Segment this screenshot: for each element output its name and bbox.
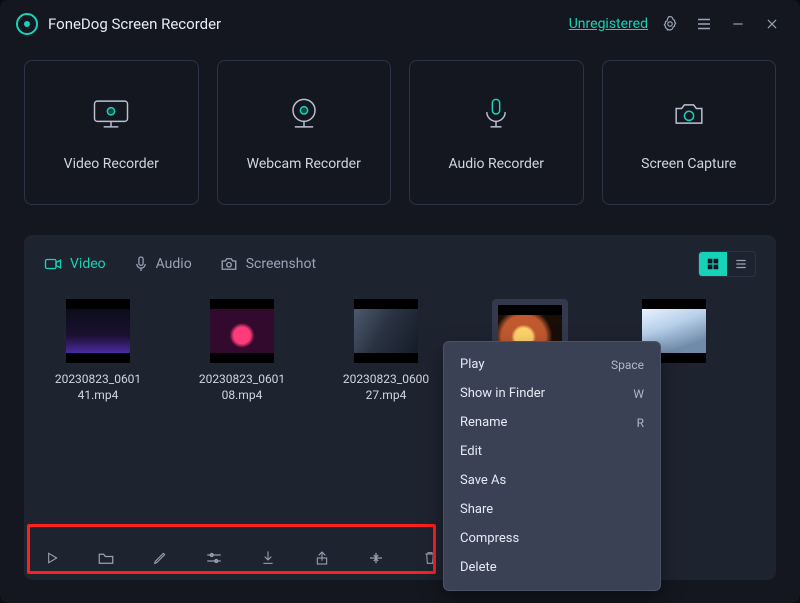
library-item[interactable]: 20230823_0601 08.mp4 — [190, 299, 294, 415]
context-play[interactable]: Play Space — [444, 350, 660, 379]
context-show-in-finder[interactable]: Show in Finder W — [444, 379, 660, 408]
camera-icon — [667, 94, 711, 138]
card-label: Audio Recorder — [448, 156, 544, 172]
adjust-button[interactable] — [204, 548, 224, 568]
context-menu: Play Space Show in Finder W Rename R Edit S… — [443, 341, 661, 591]
view-toggle — [698, 251, 756, 277]
trash-icon — [422, 549, 438, 567]
grid-view-button[interactable] — [699, 252, 727, 276]
audio-tab-icon — [134, 255, 148, 273]
status-link[interactable]: Unregistered — [569, 16, 648, 32]
context-label: Play — [460, 357, 485, 372]
tab-label: Audio — [156, 256, 192, 272]
screenshot-tab-icon — [220, 256, 238, 272]
context-shortcut: R — [637, 416, 644, 430]
title-bar: FoneDog Screen Recorder Unregistered — [0, 0, 800, 48]
microphone-icon — [474, 94, 518, 138]
screen-capture-card[interactable]: Screen Capture — [602, 60, 777, 205]
webcam-icon — [282, 94, 326, 138]
grid-icon — [706, 257, 720, 271]
file-name: 20230823_0600 27.mp4 — [343, 371, 429, 403]
video-tab-icon — [44, 257, 62, 271]
context-label: Show in Finder — [460, 386, 545, 401]
share-button[interactable] — [312, 548, 332, 568]
context-save-as[interactable]: Save As — [444, 466, 660, 495]
video-recorder-card[interactable]: Video Recorder — [24, 60, 199, 205]
compress-button[interactable] — [366, 548, 386, 568]
feature-cards: Video Recorder Webcam Recorder Audio Rec… — [0, 48, 800, 213]
context-label: Compress — [460, 531, 519, 546]
minimize-button[interactable] — [726, 12, 750, 36]
context-rename[interactable]: Rename R — [444, 408, 660, 437]
library-item[interactable]: 20230823_0600 27.mp4 — [334, 299, 438, 415]
file-name: 20230823_0601 08.mp4 — [199, 371, 285, 403]
save-as-button[interactable] — [258, 548, 278, 568]
delete-button[interactable] — [420, 548, 440, 568]
edit-button[interactable] — [150, 548, 170, 568]
context-compress[interactable]: Compress — [444, 524, 660, 553]
tab-label: Screenshot — [246, 256, 316, 272]
app-title: FoneDog Screen Recorder — [48, 15, 221, 33]
play-icon — [44, 550, 60, 566]
context-shortcut: W — [633, 387, 644, 401]
open-folder-button[interactable] — [96, 548, 116, 568]
compress-icon — [367, 550, 385, 566]
pencil-icon — [152, 550, 168, 566]
library-tabs: Video Audio Screenshot — [44, 247, 756, 281]
context-label: Delete — [460, 560, 497, 575]
card-label: Video Recorder — [64, 156, 159, 172]
close-button[interactable] — [760, 12, 784, 36]
tab-screenshot[interactable]: Screenshot — [220, 256, 316, 272]
context-label: Edit — [460, 444, 482, 459]
monitor-icon — [89, 94, 133, 138]
thumbnail-image — [354, 309, 418, 353]
tab-label: Video — [70, 256, 106, 272]
thumbnail-image — [66, 309, 130, 353]
context-edit[interactable]: Edit — [444, 437, 660, 466]
tab-video[interactable]: Video — [44, 256, 106, 272]
folder-icon — [97, 550, 115, 566]
context-label: Share — [460, 502, 493, 517]
card-label: Webcam Recorder — [247, 156, 361, 172]
context-label: Rename — [460, 415, 507, 430]
file-name: 20230823_0601 41.mp4 — [55, 371, 141, 403]
library-panel: Video Audio Screenshot — [24, 235, 776, 580]
context-share[interactable]: Share — [444, 495, 660, 524]
app-window: FoneDog Screen Recorder Unregistered Vid… — [0, 0, 800, 603]
share-icon — [314, 549, 330, 567]
context-delete[interactable]: Delete — [444, 553, 660, 582]
card-label: Screen Capture — [641, 156, 736, 172]
play-button[interactable] — [42, 548, 62, 568]
context-shortcut: Space — [611, 358, 644, 372]
list-view-button[interactable] — [727, 252, 755, 276]
tab-audio[interactable]: Audio — [134, 255, 192, 273]
library-toolbar — [42, 548, 440, 568]
download-icon — [260, 549, 276, 567]
list-icon — [734, 257, 748, 271]
thumbnail-image — [210, 309, 274, 353]
webcam-recorder-card[interactable]: Webcam Recorder — [217, 60, 392, 205]
audio-recorder-card[interactable]: Audio Recorder — [409, 60, 584, 205]
menu-icon[interactable] — [692, 12, 716, 36]
settings-gear-icon[interactable] — [658, 12, 682, 36]
sliders-icon — [205, 550, 223, 566]
app-logo-icon — [16, 13, 38, 35]
context-label: Save As — [460, 473, 506, 488]
library-item[interactable]: 20230823_0601 41.mp4 — [46, 299, 150, 415]
